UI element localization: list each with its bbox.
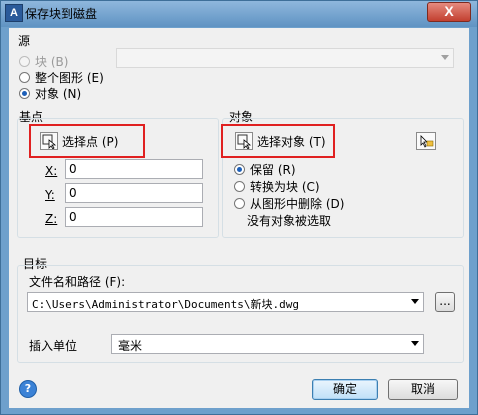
dialog-body: 源 块 (B) 整个图形 (E) 对象 (N) 基点 选择点 (P) X: 0 …	[9, 28, 469, 408]
insert-units-label: 插入单位	[29, 339, 78, 353]
radio-delete-from-drawing[interactable]	[234, 198, 245, 209]
radio-convert-to-block-label: 转换为块 (C)	[250, 180, 320, 194]
app-icon: A	[5, 4, 23, 22]
radio-retain-label: 保留 (R)	[250, 163, 296, 177]
y-label: Y:	[45, 188, 55, 202]
pick-point-icon[interactable]	[40, 132, 58, 150]
z-label: Z:	[45, 212, 58, 226]
source-title: 源	[18, 34, 31, 48]
insert-units-value: 毫米	[118, 339, 143, 353]
x-input[interactable]: 0	[65, 159, 203, 179]
radio-entire-drawing-label: 整个图形 (E)	[35, 71, 104, 85]
file-path-combo[interactable]: C:\Users\Administrator\Documents\新块.dwg	[27, 292, 424, 312]
radio-convert-to-block[interactable]	[234, 181, 245, 192]
browse-button[interactable]: ...	[435, 292, 455, 312]
help-icon[interactable]: ?	[19, 380, 37, 398]
ok-button[interactable]: 确定	[312, 379, 378, 400]
file-path-value: C:\Users\Administrator\Documents\新块.dwg	[32, 298, 300, 311]
radio-objects[interactable]	[19, 88, 30, 99]
title-bar: A 保存块到磁盘 X	[1, 1, 477, 27]
radio-objects-label: 对象 (N)	[35, 87, 82, 101]
select-objects-icon[interactable]	[235, 132, 253, 150]
radio-entire-drawing[interactable]	[19, 72, 30, 83]
pick-point-label[interactable]: 选择点 (P)	[62, 133, 118, 150]
file-path-label: 文件名和路径 (F):	[29, 275, 126, 289]
radio-retain[interactable]	[234, 164, 245, 175]
block-name-combo[interactable]	[116, 48, 454, 68]
z-input[interactable]: 0	[65, 207, 203, 227]
radio-block[interactable]	[19, 56, 30, 67]
chevron-down-icon	[411, 299, 419, 304]
dialog-window: A 保存块到磁盘 X 源 块 (B) 整个图形 (E) 对象 (N) 基点 选择…	[0, 0, 478, 415]
radio-delete-from-drawing-label: 从图形中删除 (D)	[250, 197, 345, 211]
insert-units-combo[interactable]: 毫米	[111, 334, 424, 354]
y-input[interactable]: 0	[65, 183, 203, 203]
quick-select-icon[interactable]	[416, 132, 436, 150]
window-title: 保存块到磁盘	[25, 7, 98, 21]
chevron-down-icon	[411, 341, 419, 346]
close-button[interactable]: X	[427, 2, 471, 22]
radio-block-label: 块 (B)	[35, 55, 69, 69]
x-label: X:	[45, 164, 58, 178]
chevron-down-icon	[441, 55, 449, 60]
cancel-button[interactable]: 取消	[388, 379, 458, 400]
selection-status: 没有对象被选取	[247, 214, 332, 228]
select-objects-label[interactable]: 选择对象 (T)	[257, 133, 326, 150]
